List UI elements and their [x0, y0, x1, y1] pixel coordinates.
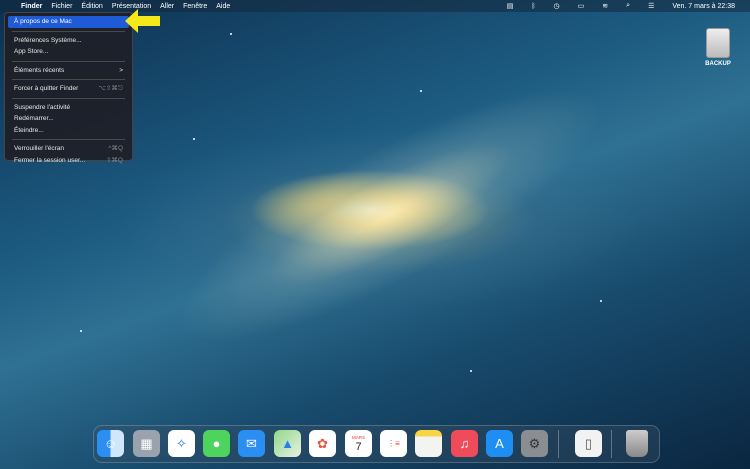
calendar-day: 7 — [355, 441, 361, 453]
star — [470, 370, 472, 372]
maps-icon[interactable]: ▲ — [274, 430, 301, 457]
menu-item-sleep[interactable]: Suspendre l'activité — [8, 102, 129, 114]
photos-icon[interactable]: ✿ — [309, 430, 336, 457]
menu-item-lock[interactable]: Verrouiller l'écran^⌘Q — [8, 143, 129, 155]
launchpad-icon[interactable]: ▦ — [133, 430, 160, 457]
star — [420, 90, 422, 92]
calendar-icon[interactable]: MARS 7 — [345, 430, 372, 457]
apple-menu: À propos de ce Mac Préférences Système..… — [4, 12, 133, 161]
menu-item-about[interactable]: À propos de ce Mac — [8, 16, 129, 28]
bluetooth-icon[interactable]: ᛒ — [531, 3, 535, 10]
menu-item-shutdown[interactable]: Éteindre... — [8, 125, 129, 137]
menu-item-recent[interactable]: Éléments récents> — [8, 65, 129, 77]
time-machine-icon[interactable]: ◷ — [554, 2, 560, 10]
menu-fichier[interactable]: Fichier — [51, 3, 72, 10]
wifi-icon[interactable]: ≋ — [602, 2, 608, 10]
mail-icon[interactable]: ✉ — [238, 430, 265, 457]
backup-drive[interactable]: BACKUP — [702, 28, 734, 67]
dock-separator — [558, 430, 559, 458]
star — [600, 300, 602, 302]
separator — [12, 139, 125, 140]
control-center-icon[interactable]: ☰ — [648, 2, 654, 10]
menu-edition[interactable]: Édition — [81, 3, 102, 10]
shortcut: ⌥⇧⌘⎋ — [98, 83, 123, 95]
notes-icon[interactable] — [415, 430, 442, 457]
search-icon[interactable]: ⌕ — [626, 2, 630, 10]
separator — [12, 61, 125, 62]
clock[interactable]: Ven. 7 mars à 22:38 — [672, 3, 735, 10]
star — [80, 330, 82, 332]
keyboard-icon[interactable]: ▤ — [507, 2, 514, 10]
shortcut: ⇧⌘Q — [106, 155, 123, 167]
menu-item-force-quit[interactable]: Forcer à quitter Finder⌥⇧⌘⎋ — [8, 83, 129, 95]
reminders-icon[interactable]: ⋮≡ — [380, 430, 407, 457]
menu-item-appstore[interactable]: App Store... — [8, 46, 129, 58]
star — [193, 138, 195, 140]
shortcut: ^⌘Q — [108, 143, 123, 155]
menu-bar: Finder Fichier Édition Présentation Alle… — [0, 0, 750, 12]
separator — [12, 31, 125, 32]
wallpaper-galaxy — [148, 45, 633, 385]
music-icon[interactable]: ♫ — [451, 430, 478, 457]
chevron-right-icon: > — [119, 65, 123, 77]
menu-aide[interactable]: Aide — [216, 3, 230, 10]
trash-icon[interactable] — [626, 430, 648, 457]
yellow-arrow-icon — [124, 8, 162, 34]
menu-fenetre[interactable]: Fenêtre — [183, 3, 207, 10]
star — [230, 33, 232, 35]
messages-icon[interactable]: ● — [203, 430, 230, 457]
battery-icon[interactable]: ▭ — [578, 2, 585, 10]
drive-label: BACKUP — [705, 61, 731, 67]
system-preferences-icon[interactable]: ⚙ — [521, 430, 548, 457]
app-store-icon[interactable]: A — [486, 430, 513, 457]
safari-icon[interactable]: ✧ — [168, 430, 195, 457]
menu-item-logout[interactable]: Fermer la session user...⇧⌘Q — [8, 155, 129, 167]
menu-finder[interactable]: Finder — [21, 3, 42, 10]
menu-item-prefs[interactable]: Préférences Système... — [8, 35, 129, 47]
drive-icon — [706, 28, 730, 58]
separator — [12, 79, 125, 80]
menu-item-restart[interactable]: Redémarrer... — [8, 113, 129, 125]
separator — [12, 98, 125, 99]
textedit-icon[interactable]: ▯ — [575, 430, 602, 457]
finder-icon[interactable]: ☺ — [97, 430, 124, 457]
menu-aller[interactable]: Aller — [160, 3, 174, 10]
dock-separator — [611, 430, 612, 458]
